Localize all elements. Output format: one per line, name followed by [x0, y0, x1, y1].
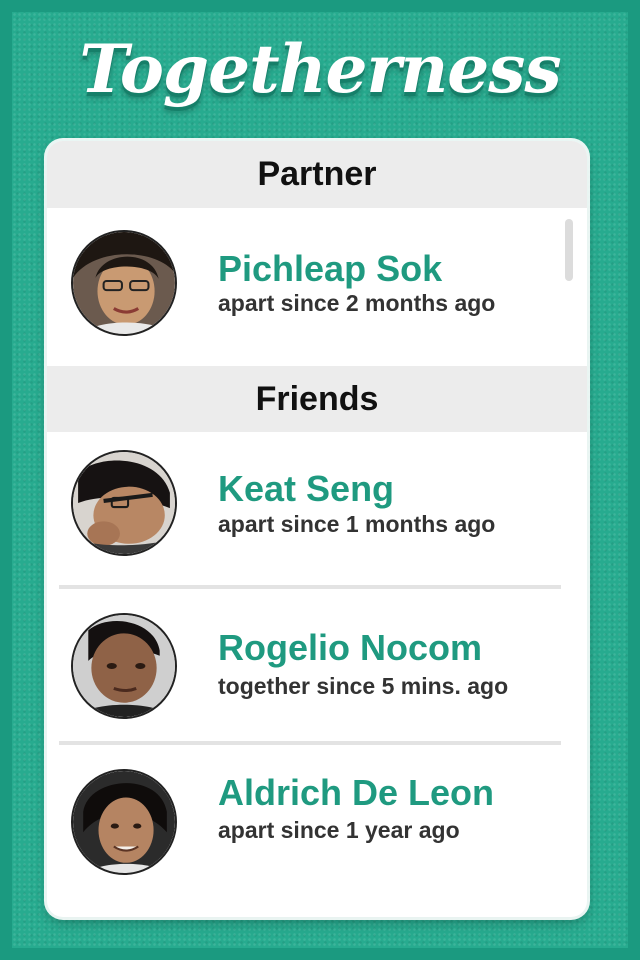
contact-name: Keat Seng: [218, 468, 395, 509]
contact-list-card[interactable]: Partner Pichleap Sok apart since 2 month…: [47, 141, 587, 917]
avatar-photo-icon: [71, 230, 177, 336]
contact-row-friend[interactable]: Aldrich De Leon apart since 1 year ago: [47, 745, 587, 917]
avatar-photo-icon: [71, 769, 177, 875]
contact-status: apart since 1 year ago: [218, 817, 460, 843]
avatar-photo-icon: [71, 613, 177, 719]
contact-name: Pichleap Sok: [218, 248, 443, 289]
contact-row-partner[interactable]: Pichleap Sok apart since 2 months ago: [47, 208, 587, 366]
contact-status: apart since 1 months ago: [218, 511, 496, 537]
scrollbar[interactable]: [565, 219, 573, 281]
contact-name: Rogelio Nocom: [218, 627, 483, 668]
contact-row-friend[interactable]: Rogelio Nocom together since 5 mins. ago: [47, 589, 587, 741]
avatar-photo-icon: [71, 450, 177, 556]
partner-avatar-image: [73, 232, 175, 334]
friend-avatar-image: [73, 452, 175, 554]
contact-name: Aldrich De Leon: [218, 772, 495, 813]
contact-status: apart since 2 months ago: [218, 290, 496, 316]
app-title: Togetherness: [79, 30, 561, 108]
friends-section-header: Friends: [47, 366, 587, 432]
friend-avatar-image: [73, 615, 175, 717]
contact-status: together since 5 mins. ago: [218, 673, 509, 699]
partner-section-header: Partner: [47, 141, 587, 208]
contact-row-friend[interactable]: Keat Seng apart since 1 months ago: [47, 432, 587, 585]
friend-avatar-image: [73, 771, 175, 873]
